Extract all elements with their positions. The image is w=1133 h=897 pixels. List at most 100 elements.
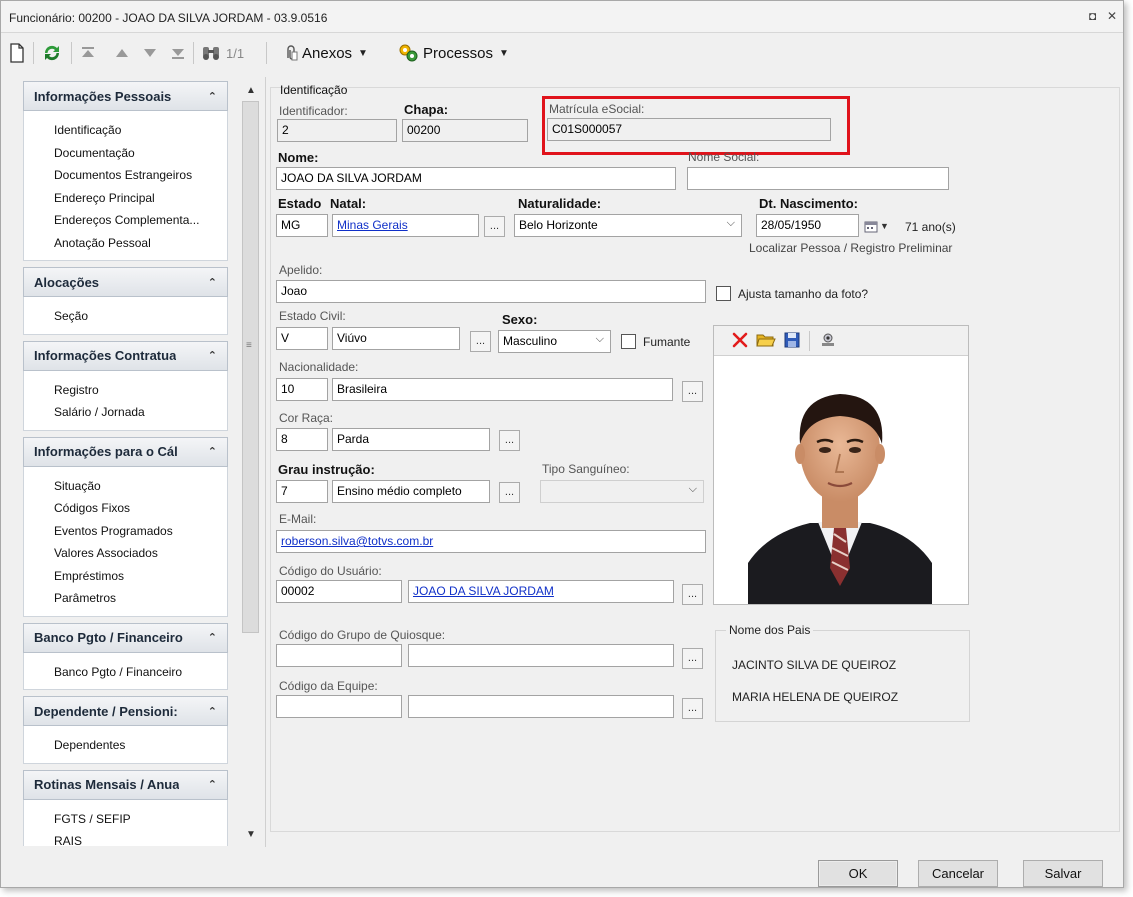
open-folder-icon[interactable] [756,330,776,350]
cor-raca-code-field[interactable]: 8 [276,428,328,451]
equipe-lookup-button[interactable]: ... [682,698,703,719]
cor-raca-lookup-button[interactable]: ... [499,430,520,451]
sidebar-item[interactable]: FGTS / SEFIP [54,808,227,831]
ajusta-foto-checkbox[interactable] [716,286,731,301]
ok-button[interactable]: OK [818,860,898,887]
dt-nascimento-label: Dt. Nascimento: [759,196,858,211]
nome-social-label: Nome Social: [688,150,760,164]
sidebar-section-header[interactable]: Informações Pessoais ⌃ [23,81,228,111]
sidebar-section-header[interactable]: Banco Pgto / Financeiro ⌃ [23,622,228,653]
sidebar-item[interactable]: Endereços Complementa... [54,209,227,232]
sidebar-section-header[interactable]: Informações Contratua ⌃ [23,340,228,371]
grupo-quiosque-lookup-button[interactable]: ... [682,648,703,669]
collapse-chevron-icon[interactable]: ⌃ [208,778,217,791]
scrollbar-thumb[interactable]: ≡ [242,101,259,633]
anexos-menu[interactable]: Anexos ▼ [284,40,368,66]
cancelar-button[interactable]: Cancelar [918,860,998,887]
sidebar-item[interactable]: Salário / Jornada [54,401,227,424]
collapse-chevron-icon[interactable]: ⌃ [208,631,217,644]
ajusta-foto-label: Ajusta tamanho da foto? [738,287,869,301]
collapse-chevron-icon[interactable]: ⌃ [208,349,217,362]
identificador-field[interactable]: 2 [277,119,397,142]
processos-menu[interactable]: Processos ▼ [397,40,509,66]
gears-icon [399,44,418,62]
chapa-field[interactable]: 00200 [402,119,528,142]
estado-natal-lookup-button[interactable]: ... [484,216,505,237]
sidebar-item[interactable]: Códigos Fixos [54,497,227,520]
nome-field[interactable]: JOAO DA SILVA JORDAM [276,167,676,190]
calendar-picker[interactable]: ▼ [864,216,902,236]
sidebar-item[interactable]: Valores Associados [54,542,227,565]
previous-record-icon[interactable] [115,40,129,66]
sidebar-section-header[interactable]: Dependente / Pensioni: ⌃ [23,696,228,726]
nacionalidade-name-field[interactable]: Brasileira [332,378,673,401]
collapse-chevron-icon[interactable]: ⌃ [208,276,217,289]
next-record-icon[interactable] [143,40,157,66]
estado-civil-lookup-button[interactable]: ... [470,331,491,352]
collapse-chevron-icon[interactable]: ⌃ [208,90,217,103]
nacionalidade-code-field[interactable]: 10 [276,378,328,401]
sidebar-item[interactable]: Banco Pgto / Financeiro [54,661,227,684]
sidebar-item[interactable]: Seção [54,305,227,328]
nacionalidade-lookup-button[interactable]: ... [682,381,703,402]
codigo-usuario-lookup-button[interactable]: ... [682,584,703,605]
camera-icon[interactable] [818,330,838,350]
codigo-usuario-code-field[interactable]: 00002 [276,580,402,603]
estado-civil-code-field[interactable]: V [276,327,328,350]
sidebar-section-header[interactable]: Rotinas Mensais / Anua ⌃ [23,769,228,800]
naturalidade-select[interactable]: Belo Horizonte ⌵ [514,214,742,237]
grupo-quiosque-name-field[interactable] [408,644,674,667]
dt-nascimento-field[interactable]: 28/05/1950 [756,214,859,237]
sidebar-item[interactable]: Dependentes [54,734,227,757]
sidebar-section-header[interactable]: Informações para o Cál ⌃ [23,436,228,467]
grau-instrucao-name-field[interactable]: Ensino médio completo [332,480,490,503]
sidebar: Informações Pessoais ⌃ Identificação Docume… [23,81,228,846]
equipe-code-field[interactable] [276,695,402,718]
sidebar-item[interactable]: Anotação Pessoal [54,232,227,255]
binoculars-icon[interactable] [201,40,221,66]
sidebar-item[interactable]: RAIS [54,830,227,846]
estado-natal-name-field[interactable]: Minas Gerais [332,214,479,237]
sidebar-section-items: Dependentes [23,726,228,764]
sidebar-section-header[interactable]: Alocações ⌃ [23,267,228,297]
new-document-icon[interactable] [9,40,25,66]
collapse-chevron-icon[interactable]: ⌃ [208,445,217,458]
sidebar-item[interactable]: Eventos Programados [54,520,227,543]
sidebar-item[interactable]: Documentos Estrangeiros [54,164,227,187]
apelido-field[interactable]: Joao [276,280,706,303]
sidebar-item[interactable]: Documentação [54,142,227,165]
close-icon[interactable]: ✕ [1107,9,1117,23]
restore-icon[interactable]: ◘ [1089,9,1096,23]
estado-civil-name-field[interactable]: Viúvo [332,327,460,350]
sidebar-section-title: Banco Pgto / Financeiro [34,630,183,645]
sidebar-scrollbar[interactable]: ▲ ≡ ▼ [241,81,260,846]
photo-toolbar [714,326,968,356]
sidebar-item[interactable]: Endereço Principal [54,187,227,210]
save-icon[interactable] [782,330,802,350]
sidebar-item[interactable]: Parâmetros [54,587,227,610]
salvar-button[interactable]: Salvar [1023,860,1103,887]
sidebar-item[interactable]: Empréstimos [54,565,227,588]
equipe-name-field[interactable] [408,695,674,718]
tipo-sanguineo-select[interactable]: ⌵ [540,480,704,503]
fumante-checkbox[interactable] [621,334,636,349]
last-record-icon[interactable] [171,40,185,66]
refresh-icon[interactable] [41,40,63,66]
sidebar-item[interactable]: Registro [54,379,227,402]
grau-instrucao-code-field[interactable]: 7 [276,480,328,503]
delete-photo-icon[interactable] [730,330,750,350]
grupo-quiosque-code-field[interactable] [276,644,402,667]
sexo-select[interactable]: Masculino ⌵ [498,330,611,353]
sidebar-section: Rotinas Mensais / Anua ⌃ FGTS / SEFIPRAISD… [23,769,228,846]
sidebar-item[interactable]: Situação [54,475,227,498]
collapse-chevron-icon[interactable]: ⌃ [208,705,217,718]
first-record-icon[interactable] [81,40,95,66]
estado-natal-uf-field[interactable]: MG [276,214,328,237]
email-field[interactable]: roberson.silva@totvs.com.br [276,530,706,553]
sidebar-item[interactable]: Identificação [54,119,227,142]
grau-instrucao-lookup-button[interactable]: ... [499,482,520,503]
nome-social-field[interactable] [687,167,949,190]
cor-raca-name-field[interactable]: Parda [332,428,490,451]
codigo-usuario-name-field[interactable]: JOAO DA SILVA JORDAM [408,580,674,603]
localizar-pessoa-link[interactable]: Localizar Pessoa / Registro Preliminar [749,241,952,255]
